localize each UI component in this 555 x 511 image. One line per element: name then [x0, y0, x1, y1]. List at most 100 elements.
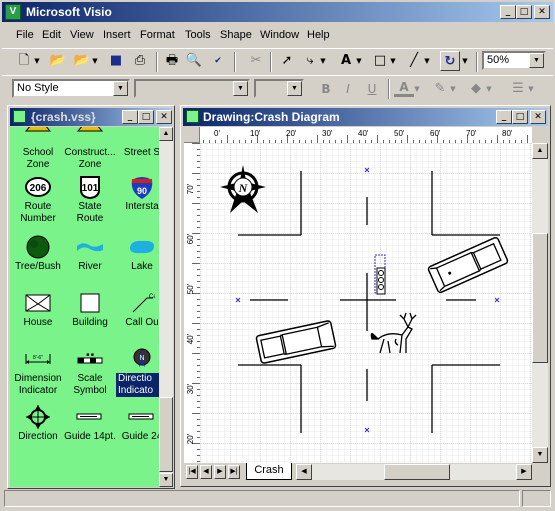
vertical-ruler[interactable]: 70' 60' 50' 40' 30' 20'	[184, 143, 200, 463]
ruler-corner[interactable]	[184, 127, 200, 143]
stencil-item[interactable]: School Zone	[12, 127, 64, 171]
menu-file[interactable]: File	[16, 27, 34, 43]
stencil-item[interactable]: Street S	[116, 127, 159, 159]
stencil-minimize-button[interactable]: _	[122, 110, 138, 124]
stencil-close-button[interactable]: ✕	[156, 110, 172, 124]
scroll-down-button[interactable]: ▼	[159, 473, 173, 487]
line-color-button[interactable]: ✎	[430, 79, 450, 99]
rotate-dropdown-icon[interactable]: ▼	[460, 51, 470, 71]
stencil-item[interactable]: River	[64, 233, 116, 273]
close-button[interactable]: ✕	[534, 5, 550, 19]
scroll-up-button[interactable]: ▲	[532, 143, 548, 159]
drawing-minimize-button[interactable]: _	[496, 110, 512, 124]
rotate-icon[interactable]: ↻	[440, 51, 460, 71]
visio-app-icon[interactable]: V	[5, 4, 21, 20]
connector-dropdown-icon[interactable]: ▼	[318, 51, 328, 71]
menu-format[interactable]: Format	[140, 27, 175, 43]
stencil-item[interactable]: Guide 24	[116, 403, 159, 443]
open-icon[interactable]: 📂	[48, 51, 68, 71]
print-preview-icon[interactable]: ⎙	[130, 51, 150, 71]
stencil-item[interactable]: Guide 14pt.	[64, 403, 116, 443]
stencil-item[interactable]: Direction	[12, 403, 64, 443]
menu-insert[interactable]: Insert	[103, 27, 131, 43]
chevron-down-icon[interactable]: ▼	[287, 81, 302, 96]
menu-shape[interactable]: Shape	[220, 27, 252, 43]
last-page-button[interactable]: ▶|	[228, 465, 240, 479]
connector-icon[interactable]: ⤷	[300, 51, 320, 71]
underline-button[interactable]: U	[362, 79, 382, 99]
cut-icon[interactable]: ✂	[246, 51, 266, 71]
save-icon[interactable]: ■	[106, 51, 126, 71]
scroll-left-button[interactable]: ◀	[296, 464, 312, 480]
font-color-button[interactable]: A	[394, 79, 414, 97]
stencil-item[interactable]: 206 Route Number	[12, 173, 64, 225]
style-select[interactable]: No Style ▼	[12, 79, 130, 98]
text-dropdown-icon[interactable]: ▼	[354, 51, 364, 71]
minimize-button[interactable]: _	[500, 5, 516, 19]
menu-help[interactable]: Help	[307, 27, 330, 43]
stencil-item[interactable]: 101 State Route	[64, 173, 116, 225]
chevron-down-icon[interactable]: ▼	[233, 81, 248, 96]
scroll-thumb[interactable]	[159, 397, 173, 472]
scroll-down-button[interactable]: ▼	[532, 447, 548, 463]
bold-button[interactable]: B	[316, 79, 336, 99]
prev-page-button[interactable]: ◀	[200, 465, 212, 479]
line-tool-icon[interactable]: ╱	[404, 51, 424, 71]
stencil-dropdown-icon[interactable]: ▼	[90, 51, 100, 71]
drawing-vertical-scrollbar[interactable]: ▲ ▼	[532, 143, 548, 463]
maximize-button[interactable]: □	[516, 5, 532, 19]
stencil-item[interactable]: ■ ■ Scale Symbol	[64, 345, 116, 397]
stencil-item[interactable]: Call Call Ou	[116, 289, 159, 329]
drawing-canvas[interactable]: N	[200, 143, 532, 463]
drawing-icon[interactable]	[186, 110, 199, 123]
rectangle-icon[interactable]: □	[370, 51, 390, 71]
new-dropdown-icon[interactable]: ▼	[32, 51, 42, 71]
stencil-item[interactable]: Lake	[116, 233, 159, 273]
fill-color-button[interactable]: ◆	[466, 79, 486, 99]
line-weight-button[interactable]: ☰	[508, 79, 528, 99]
fill-color-dropdown-icon[interactable]: ▼	[484, 79, 494, 99]
stencil-open-icon[interactable]: 📂	[72, 51, 92, 71]
stencil-item[interactable]: Building	[64, 289, 116, 329]
italic-button[interactable]: I	[338, 79, 358, 99]
stencil-item[interactable]: House	[12, 289, 64, 329]
new-icon[interactable]: 🗋	[14, 51, 34, 71]
stencil-item[interactable]: 8'-6" Dimension Indicator	[12, 345, 64, 397]
font-color-dropdown-icon[interactable]: ▼	[412, 79, 422, 99]
line-color-dropdown-icon[interactable]: ▼	[448, 79, 458, 99]
pointer-icon[interactable]: ➚	[277, 51, 297, 71]
scroll-right-button[interactable]: ▶	[516, 464, 532, 480]
stencil-item[interactable]: Tree/Bush	[12, 233, 64, 273]
drawing-horizontal-scrollbar[interactable]: ◀ ▶	[296, 464, 532, 480]
chevron-down-icon[interactable]: ▼	[113, 81, 128, 96]
stencil-item-selected[interactable]: N Directio Indicato	[116, 345, 159, 397]
menu-view[interactable]: View	[70, 27, 94, 43]
stencil-icon[interactable]	[13, 110, 26, 123]
scroll-up-button[interactable]: ▲	[159, 127, 173, 141]
menu-tools[interactable]: Tools	[185, 27, 211, 43]
next-page-button[interactable]: ▶	[214, 465, 226, 479]
drawing-close-button[interactable]: ✕	[530, 110, 546, 124]
font-select[interactable]: ▼	[134, 79, 250, 98]
stencil-item[interactable]: 90 Intersta	[116, 173, 159, 213]
rectangle-dropdown-icon[interactable]: ▼	[388, 51, 398, 71]
scroll-thumb[interactable]	[532, 233, 548, 363]
text-tool-icon[interactable]: A	[336, 51, 356, 71]
horizontal-ruler[interactable]: 0' 10' 20' 30' 40' 50' 60' 70' 80'	[200, 127, 532, 143]
chevron-down-icon[interactable]: ▼	[529, 53, 544, 68]
scroll-thumb[interactable]	[384, 464, 450, 480]
zoom-select[interactable]: 50% ▼	[482, 51, 546, 70]
menu-window[interactable]: Window	[260, 27, 299, 43]
menu-edit[interactable]: Edit	[42, 27, 61, 43]
page-tab-crash[interactable]: Crash	[246, 463, 292, 480]
spelling-icon[interactable]: ✔	[208, 51, 228, 71]
first-page-button[interactable]: |◀	[186, 465, 198, 479]
stencil-maximize-button[interactable]: □	[138, 110, 154, 124]
line-dropdown-icon[interactable]: ▼	[422, 51, 432, 71]
preview-icon[interactable]: 🔍	[184, 51, 204, 71]
drawing-maximize-button[interactable]: □	[512, 110, 528, 124]
stencil-scrollbar[interactable]: ▲ ▼	[159, 127, 173, 487]
stencil-item[interactable]: Construct... Zone	[64, 127, 116, 171]
font-size-select[interactable]: ▼	[254, 79, 304, 98]
line-weight-dropdown-icon[interactable]: ▼	[526, 79, 536, 99]
